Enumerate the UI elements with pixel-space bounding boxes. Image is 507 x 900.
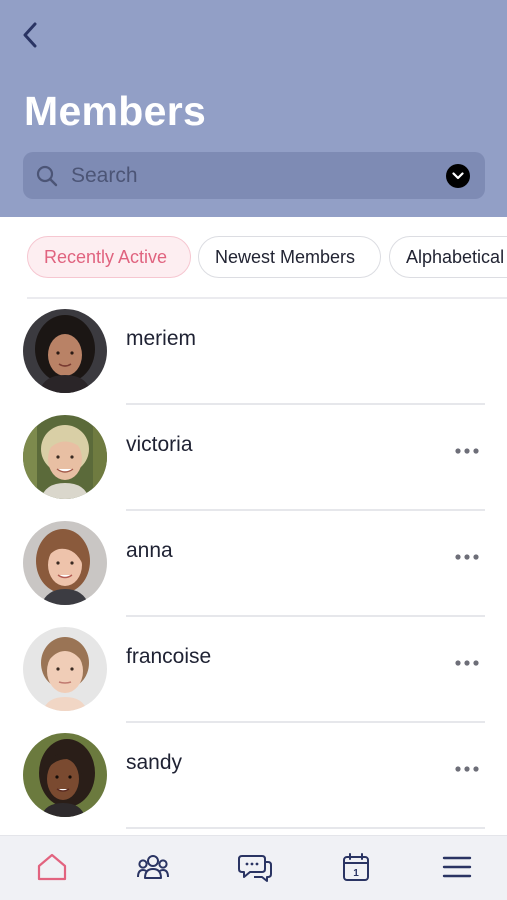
menu-icon [442,856,472,878]
list-item[interactable]: francoise [0,617,507,723]
search-icon [36,165,58,187]
member-name[interactable]: meriem [126,327,196,351]
more-horizontal-icon [455,660,479,666]
nav-home[interactable] [33,850,71,884]
more-horizontal-icon [455,766,479,772]
back-button[interactable] [14,18,46,52]
page-title: Members [24,88,207,134]
member-name[interactable]: victoria [126,433,193,457]
tab-recently-active[interactable]: Recently Active [27,236,191,278]
tab-newest-members[interactable]: Newest Members [198,236,381,278]
search-filter-button[interactable] [446,164,470,188]
list-item[interactable]: sandy [0,723,507,829]
nav-messages[interactable] [236,850,274,884]
chevron-left-icon [23,22,37,48]
list-item[interactable]: meriem [0,299,507,405]
avatar[interactable] [23,521,107,605]
divider [126,827,485,829]
bottom-nav: 1 [0,835,507,900]
more-options-button[interactable] [450,439,484,463]
member-name[interactable]: anna [126,539,173,563]
search-input[interactable] [71,152,431,199]
calendar-day-label: 1 [353,868,359,879]
more-options-button[interactable] [450,651,484,675]
nav-groups[interactable] [134,850,172,884]
avatar[interactable] [23,415,107,499]
avatar[interactable] [23,309,107,393]
more-horizontal-icon [455,448,479,454]
nav-menu[interactable] [438,850,476,884]
more-options-button[interactable] [450,757,484,781]
list-item[interactable]: anna [0,511,507,617]
groups-icon [137,855,169,879]
filter-tabs: Recently Active Newest Members Alphabeti… [0,236,507,278]
avatar[interactable] [23,627,107,711]
more-options-button[interactable] [450,545,484,569]
member-name[interactable]: sandy [126,751,182,775]
tab-alphabetical[interactable]: Alphabetical [389,236,507,278]
nav-calendar[interactable]: 1 [337,850,375,884]
calendar-icon: 1 [343,853,369,881]
header: Members [0,0,507,217]
member-name[interactable]: francoise [126,645,211,669]
chevron-down-icon [452,172,464,180]
search-bar[interactable] [23,152,485,199]
home-icon [37,853,67,881]
list-item[interactable]: victoria [0,405,507,511]
messages-icon [238,855,272,882]
avatar[interactable] [23,733,107,817]
more-horizontal-icon [455,554,479,560]
